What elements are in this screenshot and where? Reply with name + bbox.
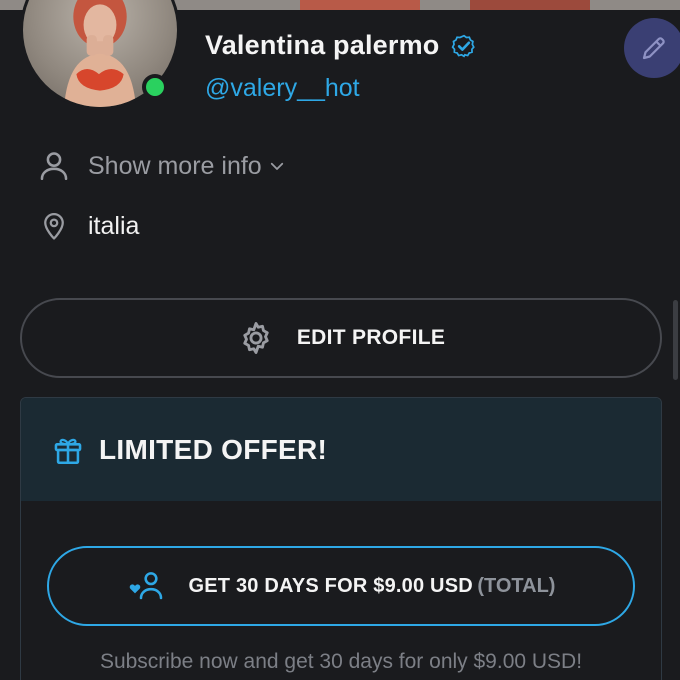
edit-profile-button[interactable]: EDIT PROFILE (20, 298, 662, 378)
online-status-indicator (142, 74, 168, 100)
limited-offer-title: LIMITED OFFER! (99, 433, 328, 465)
subscribe-offer-total: (TOTAL) (477, 574, 556, 597)
edit-fab-button[interactable] (624, 18, 680, 78)
pencil-icon (642, 37, 665, 60)
subscribe-offer-note: Subscribe now and get 30 days for only $… (99, 650, 583, 673)
gear-icon (243, 322, 269, 354)
show-more-info-label: Show more info (88, 151, 262, 180)
subscribe-offer-label: GET 30 DAYS FOR $9.00 USD (188, 574, 473, 597)
location-text: italia (88, 211, 140, 240)
edit-profile-label: EDIT PROFILE (296, 326, 446, 349)
show-more-info-toggle[interactable]: Show more info (36, 148, 286, 184)
profile-name: Valentina palermo (205, 30, 440, 60)
limited-offer-card: LIMITED OFFER! GET 30 DAYS FOR $9.00 USD… (20, 397, 662, 680)
subscribe-offer-button[interactable]: GET 30 DAYS FOR $9.00 USD (TOTAL) (47, 546, 635, 626)
gift-icon (54, 438, 82, 464)
cover-photo-detail (470, 0, 590, 10)
verified-check-icon (452, 34, 476, 57)
map-pin-icon (36, 208, 72, 244)
cover-photo-detail (300, 0, 420, 10)
profile-name-row: Valentina palermo (205, 30, 477, 61)
user-icon (36, 148, 72, 184)
profile-handle[interactable]: @valery__hot (205, 74, 360, 103)
limited-offer-header: LIMITED OFFER! (21, 398, 661, 501)
scrollbar[interactable] (673, 300, 678, 380)
chevron-down-icon (270, 162, 283, 170)
location-row: italia (36, 208, 139, 244)
user-heart-icon (129, 572, 162, 600)
